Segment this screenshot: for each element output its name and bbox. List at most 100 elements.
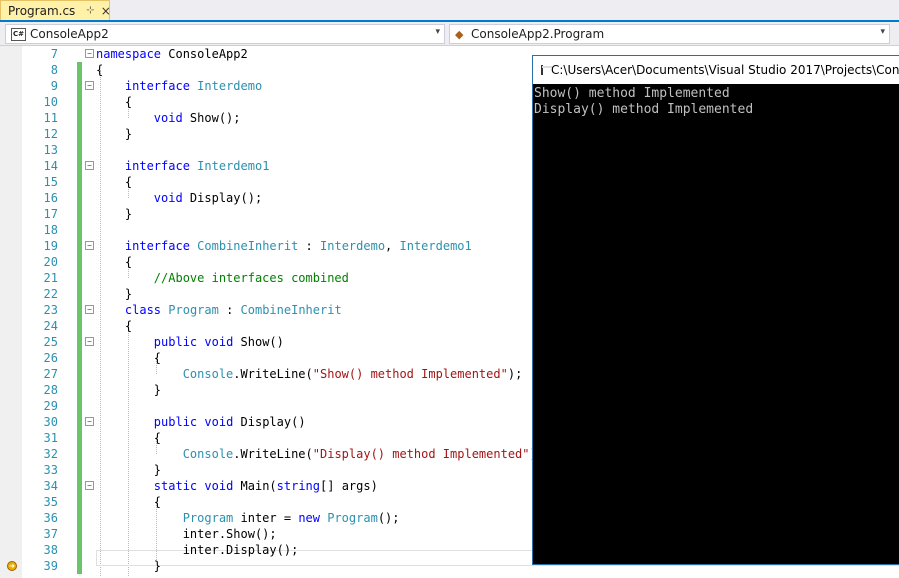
code-text: inter.Display();	[96, 543, 299, 557]
project-dropdown[interactable]: C# ConsoleApp2 ▾	[5, 24, 445, 44]
change-indicator	[77, 478, 82, 494]
change-indicator	[77, 302, 82, 318]
line-number: 23	[43, 303, 58, 317]
pin-icon[interactable]: ⊹	[86, 5, 94, 16]
line-number: 8	[50, 63, 58, 77]
line-number: 22	[43, 287, 58, 301]
line-number: 38	[43, 543, 58, 557]
code-text: public void Show()	[153, 335, 284, 349]
tab-program-cs[interactable]: Program.cs ⊹ ×	[0, 0, 111, 20]
console-window[interactable]: C:\Users\Acer\Documents\Visual Studio 20…	[532, 55, 899, 565]
code-text: Console.WriteLine("Show() method Impleme…	[182, 367, 523, 381]
line-number: 20	[43, 255, 58, 269]
change-indicator	[77, 414, 82, 430]
line-number: 19	[43, 239, 58, 253]
line-number: 28	[43, 383, 58, 397]
code-text: }	[96, 127, 133, 141]
collapse-icon[interactable]: −	[85, 241, 94, 250]
line-number: 17	[43, 207, 58, 221]
console-app-icon	[541, 65, 552, 75]
change-indicator	[77, 174, 82, 190]
code-text: {	[96, 175, 133, 189]
execution-arrow-icon[interactable]: ➜	[7, 561, 17, 571]
line-number: 9	[50, 79, 58, 93]
scope-dropdown-label: ConsoleApp2.Program	[471, 27, 605, 41]
change-indicator	[77, 462, 82, 478]
change-indicator	[77, 382, 82, 398]
change-indicator	[77, 366, 82, 382]
change-indicator	[77, 542, 82, 558]
change-indicator	[77, 350, 82, 366]
collapse-icon[interactable]: −	[85, 417, 94, 426]
change-indicator	[77, 158, 82, 174]
code-text: static void Main(string[] args)	[153, 479, 378, 493]
code-text: public void Display()	[153, 415, 306, 429]
change-indicator	[77, 286, 82, 302]
change-indicator	[77, 446, 82, 462]
change-indicator	[77, 238, 82, 254]
line-number: 31	[43, 431, 58, 445]
code-text: }	[96, 383, 162, 397]
code-text: {	[96, 255, 133, 269]
code-text: {	[96, 319, 133, 333]
code-text: void Show();	[153, 111, 241, 125]
collapse-icon[interactable]: −	[85, 305, 94, 314]
line-number: 36	[43, 511, 58, 525]
line-number: 26	[43, 351, 58, 365]
code-text: Program inter = new Program();	[182, 511, 400, 525]
change-indicator	[77, 494, 82, 510]
change-indicator	[77, 526, 82, 542]
console-output-line: Display() method Implemented	[534, 102, 754, 117]
collapse-icon[interactable]: −	[85, 81, 94, 90]
collapse-icon[interactable]: −	[85, 161, 94, 170]
document-tab-strip: Program.cs ⊹ ×	[0, 0, 899, 22]
code-text: {	[96, 95, 133, 109]
code-text: }	[96, 463, 162, 477]
line-number: 21	[43, 271, 58, 285]
change-indicator	[77, 126, 82, 142]
change-indicator	[77, 334, 82, 350]
line-number: 30	[43, 415, 58, 429]
line-number: 29	[43, 399, 58, 413]
close-icon[interactable]: ×	[101, 4, 111, 18]
code-text: inter.Show();	[96, 527, 277, 541]
chevron-down-icon: ▾	[880, 27, 885, 37]
change-indicator	[77, 222, 82, 238]
code-text: }	[96, 287, 133, 301]
code-text: {	[96, 351, 162, 365]
code-text: //Above interfaces combined	[153, 271, 349, 285]
change-indicator	[77, 190, 82, 206]
change-indicator	[77, 398, 82, 414]
line-number: 27	[43, 367, 58, 381]
change-indicator	[77, 94, 82, 110]
line-number: 18	[43, 223, 58, 237]
line-number: 35	[43, 495, 58, 509]
change-indicator	[77, 254, 82, 270]
line-number: 24	[43, 319, 58, 333]
change-indicator	[77, 270, 82, 286]
code-text: {	[96, 431, 162, 445]
line-number: 11	[43, 111, 58, 125]
tab-title: Program.cs	[8, 3, 76, 18]
change-indicator	[77, 510, 82, 526]
line-number: 7	[50, 47, 58, 61]
class-icon: ◆	[455, 27, 464, 41]
collapse-icon[interactable]: −	[85, 49, 94, 58]
console-title-bar[interactable]: C:\Users\Acer\Documents\Visual Studio 20…	[533, 56, 899, 84]
change-indicator	[77, 558, 82, 574]
code-text: {	[96, 495, 162, 509]
collapse-icon[interactable]: −	[85, 337, 94, 346]
line-number: 33	[43, 463, 58, 477]
scope-dropdown[interactable]: ◆ ConsoleApp2.Program ▾	[449, 24, 890, 44]
code-text: void Display();	[153, 191, 263, 205]
collapse-icon[interactable]: −	[85, 481, 94, 490]
code-text: }	[96, 559, 162, 573]
line-number: 12	[43, 127, 58, 141]
change-indicator	[77, 78, 82, 94]
navigation-bar: C# ConsoleApp2 ▾ ◆ ConsoleApp2.Program ▾	[0, 22, 899, 46]
line-number: 13	[43, 143, 58, 157]
code-text: namespace ConsoleApp2	[96, 47, 248, 61]
chevron-down-icon: ▾	[435, 27, 440, 37]
change-indicator	[77, 318, 82, 334]
code-text: interface Interdemo	[124, 79, 263, 93]
